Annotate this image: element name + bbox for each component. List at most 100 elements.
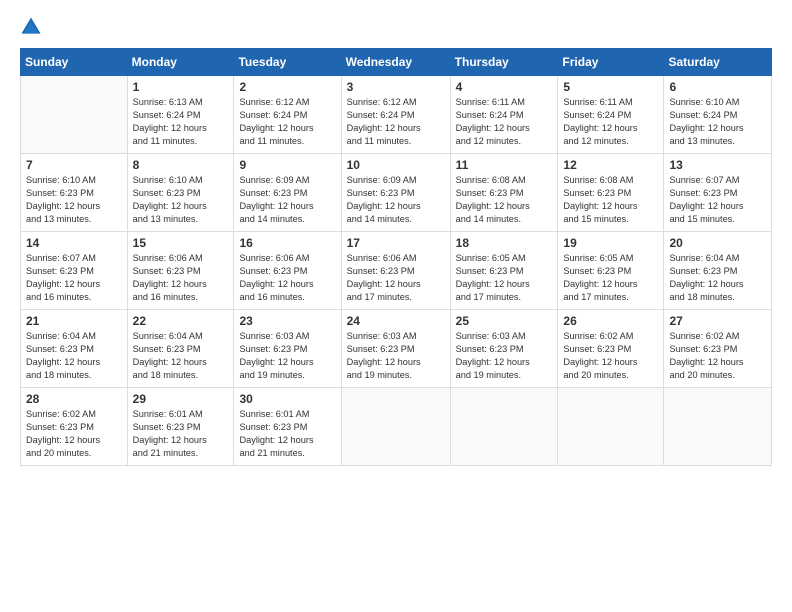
- logo: [20, 18, 44, 38]
- day-info: Sunrise: 6:01 AM Sunset: 6:23 PM Dayligh…: [133, 408, 229, 460]
- day-number: 21: [26, 314, 122, 328]
- day-number: 5: [563, 80, 658, 94]
- calendar-cell: 26 Sunrise: 6:02 AM Sunset: 6:23 PM Dayli…: [558, 310, 664, 388]
- day-info: Sunrise: 6:11 AM Sunset: 6:24 PM Dayligh…: [456, 96, 553, 148]
- header: [20, 18, 772, 38]
- day-info: Sunrise: 6:03 AM Sunset: 6:23 PM Dayligh…: [239, 330, 335, 382]
- day-number: 18: [456, 236, 553, 250]
- calendar-cell: [341, 388, 450, 466]
- calendar-cell: [450, 388, 558, 466]
- calendar-week-row: 7 Sunrise: 6:10 AM Sunset: 6:23 PM Daylig…: [21, 154, 772, 232]
- day-number: 3: [347, 80, 445, 94]
- day-number: 19: [563, 236, 658, 250]
- day-info: Sunrise: 6:02 AM Sunset: 6:23 PM Dayligh…: [563, 330, 658, 382]
- calendar-cell: [664, 388, 772, 466]
- calendar-cell: 8 Sunrise: 6:10 AM Sunset: 6:23 PM Daylig…: [127, 154, 234, 232]
- day-info: Sunrise: 6:09 AM Sunset: 6:23 PM Dayligh…: [239, 174, 335, 226]
- day-info: Sunrise: 6:08 AM Sunset: 6:23 PM Dayligh…: [456, 174, 553, 226]
- weekday-header-friday: Friday: [558, 49, 664, 76]
- calendar-cell: [558, 388, 664, 466]
- day-number: 9: [239, 158, 335, 172]
- day-number: 28: [26, 392, 122, 406]
- weekday-header-thursday: Thursday: [450, 49, 558, 76]
- day-info: Sunrise: 6:02 AM Sunset: 6:23 PM Dayligh…: [26, 408, 122, 460]
- calendar-cell: 25Sunrise: 6:03 AM Sunset: 6:23 PM Dayli…: [450, 310, 558, 388]
- calendar-week-row: 21 Sunrise: 6:04 AM Sunset: 6:23 PM Dayli…: [21, 310, 772, 388]
- calendar-week-row: 1Sunrise: 6:13 AM Sunset: 6:24 PM Daylig…: [21, 76, 772, 154]
- day-number: 14: [26, 236, 122, 250]
- weekday-header-sunday: Sunday: [21, 49, 128, 76]
- calendar-cell: 16 Sunrise: 6:06 AM Sunset: 6:23 PM Dayli…: [234, 232, 341, 310]
- day-info: Sunrise: 6:11 AM Sunset: 6:24 PM Dayligh…: [563, 96, 658, 148]
- day-info: Sunrise: 6:10 AM Sunset: 6:23 PM Dayligh…: [133, 174, 229, 226]
- calendar-cell: [21, 76, 128, 154]
- day-info: Sunrise: 6:08 AM Sunset: 6:23 PM Dayligh…: [563, 174, 658, 226]
- day-number: 6: [669, 80, 766, 94]
- day-number: 15: [133, 236, 229, 250]
- day-info: Sunrise: 6:07 AM Sunset: 6:23 PM Dayligh…: [26, 252, 122, 304]
- day-number: 8: [133, 158, 229, 172]
- day-info: Sunrise: 6:01 AM Sunset: 6:23 PM Dayligh…: [239, 408, 335, 460]
- day-info: Sunrise: 6:05 AM Sunset: 6:23 PM Dayligh…: [456, 252, 553, 304]
- calendar-cell: 4 Sunrise: 6:11 AM Sunset: 6:24 PM Daylig…: [450, 76, 558, 154]
- calendar-cell: 10Sunrise: 6:09 AM Sunset: 6:23 PM Dayli…: [341, 154, 450, 232]
- day-info: Sunrise: 6:06 AM Sunset: 6:23 PM Dayligh…: [347, 252, 445, 304]
- calendar-cell: 17 Sunrise: 6:06 AM Sunset: 6:23 PM Dayli…: [341, 232, 450, 310]
- generalblue-icon: [20, 16, 42, 38]
- day-info: Sunrise: 6:12 AM Sunset: 6:24 PM Dayligh…: [347, 96, 445, 148]
- calendar-cell: 6 Sunrise: 6:10 AM Sunset: 6:24 PM Daylig…: [664, 76, 772, 154]
- calendar-cell: 1Sunrise: 6:13 AM Sunset: 6:24 PM Daylig…: [127, 76, 234, 154]
- day-number: 24: [347, 314, 445, 328]
- calendar-week-row: 28 Sunrise: 6:02 AM Sunset: 6:23 PM Dayli…: [21, 388, 772, 466]
- day-number: 12: [563, 158, 658, 172]
- day-info: Sunrise: 6:07 AM Sunset: 6:23 PM Dayligh…: [669, 174, 766, 226]
- calendar-header-row: SundayMondayTuesdayWednesdayThursdayFrid…: [21, 49, 772, 76]
- calendar-cell: 19Sunrise: 6:05 AM Sunset: 6:23 PM Dayli…: [558, 232, 664, 310]
- weekday-header-wednesday: Wednesday: [341, 49, 450, 76]
- day-info: Sunrise: 6:12 AM Sunset: 6:24 PM Dayligh…: [239, 96, 335, 148]
- calendar-cell: 24 Sunrise: 6:03 AM Sunset: 6:23 PM Dayli…: [341, 310, 450, 388]
- calendar-cell: 12 Sunrise: 6:08 AM Sunset: 6:23 PM Dayli…: [558, 154, 664, 232]
- calendar-cell: 28 Sunrise: 6:02 AM Sunset: 6:23 PM Dayli…: [21, 388, 128, 466]
- calendar-cell: 21 Sunrise: 6:04 AM Sunset: 6:23 PM Dayli…: [21, 310, 128, 388]
- day-info: Sunrise: 6:06 AM Sunset: 6:23 PM Dayligh…: [239, 252, 335, 304]
- day-number: 26: [563, 314, 658, 328]
- day-info: Sunrise: 6:02 AM Sunset: 6:23 PM Dayligh…: [669, 330, 766, 382]
- page: SundayMondayTuesdayWednesdayThursdayFrid…: [0, 0, 792, 612]
- calendar-cell: 13 Sunrise: 6:07 AM Sunset: 6:23 PM Dayli…: [664, 154, 772, 232]
- day-number: 20: [669, 236, 766, 250]
- day-info: Sunrise: 6:10 AM Sunset: 6:24 PM Dayligh…: [669, 96, 766, 148]
- calendar-cell: 22 Sunrise: 6:04 AM Sunset: 6:23 PM Dayli…: [127, 310, 234, 388]
- day-number: 7: [26, 158, 122, 172]
- day-number: 16: [239, 236, 335, 250]
- calendar-cell: 20Sunrise: 6:04 AM Sunset: 6:23 PM Dayli…: [664, 232, 772, 310]
- calendar-cell: 15 Sunrise: 6:06 AM Sunset: 6:23 PM Dayli…: [127, 232, 234, 310]
- day-number: 10: [347, 158, 445, 172]
- day-number: 22: [133, 314, 229, 328]
- day-number: 17: [347, 236, 445, 250]
- day-number: 4: [456, 80, 553, 94]
- day-number: 2: [239, 80, 335, 94]
- day-info: Sunrise: 6:04 AM Sunset: 6:23 PM Dayligh…: [133, 330, 229, 382]
- day-number: 23: [239, 314, 335, 328]
- day-info: Sunrise: 6:06 AM Sunset: 6:23 PM Dayligh…: [133, 252, 229, 304]
- calendar-week-row: 14 Sunrise: 6:07 AM Sunset: 6:23 PM Dayli…: [21, 232, 772, 310]
- calendar-table: SundayMondayTuesdayWednesdayThursdayFrid…: [20, 48, 772, 466]
- weekday-header-monday: Monday: [127, 49, 234, 76]
- day-info: Sunrise: 6:10 AM Sunset: 6:23 PM Dayligh…: [26, 174, 122, 226]
- calendar-cell: 18 Sunrise: 6:05 AM Sunset: 6:23 PM Dayli…: [450, 232, 558, 310]
- day-info: Sunrise: 6:03 AM Sunset: 6:23 PM Dayligh…: [347, 330, 445, 382]
- day-info: Sunrise: 6:04 AM Sunset: 6:23 PM Dayligh…: [26, 330, 122, 382]
- day-number: 11: [456, 158, 553, 172]
- calendar-cell: 23 Sunrise: 6:03 AM Sunset: 6:23 PM Dayli…: [234, 310, 341, 388]
- day-info: Sunrise: 6:13 AM Sunset: 6:24 PM Dayligh…: [133, 96, 229, 148]
- day-number: 13: [669, 158, 766, 172]
- day-number: 30: [239, 392, 335, 406]
- weekday-header-saturday: Saturday: [664, 49, 772, 76]
- calendar-cell: 14 Sunrise: 6:07 AM Sunset: 6:23 PM Dayli…: [21, 232, 128, 310]
- calendar-cell: 30 Sunrise: 6:01 AM Sunset: 6:23 PM Dayli…: [234, 388, 341, 466]
- day-number: 27: [669, 314, 766, 328]
- calendar-cell: 11 Sunrise: 6:08 AM Sunset: 6:23 PM Dayli…: [450, 154, 558, 232]
- calendar-cell: 7 Sunrise: 6:10 AM Sunset: 6:23 PM Daylig…: [21, 154, 128, 232]
- calendar-cell: 27 Sunrise: 6:02 AM Sunset: 6:23 PM Dayli…: [664, 310, 772, 388]
